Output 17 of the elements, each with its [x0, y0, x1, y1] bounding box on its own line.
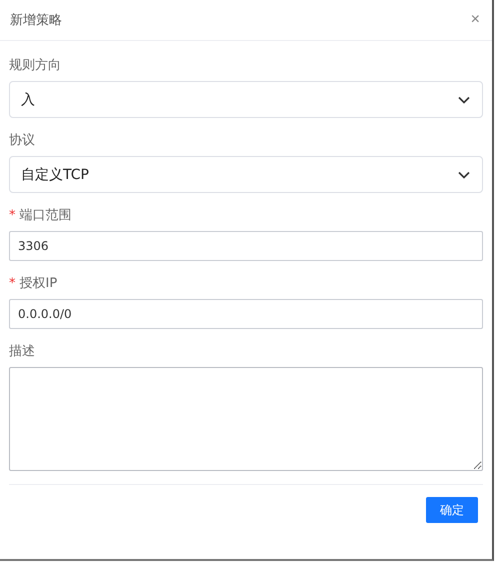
field-label: 描述: [9, 343, 35, 360]
required-asterisk: *: [9, 208, 16, 222]
close-button[interactable]: ×: [468, 12, 482, 28]
confirm-button[interactable]: 确定: [426, 497, 478, 523]
field-label: 协议: [9, 132, 35, 149]
input-field[interactable]: 0.0.0.0/0: [9, 299, 483, 329]
select-field[interactable]: 自定义TCP: [9, 156, 483, 193]
chevron-down-icon: [458, 96, 470, 104]
field-label: 规则方向: [9, 57, 61, 74]
dialog-title: 新增策略: [10, 12, 62, 29]
field-label: 授权IP: [20, 275, 58, 292]
input-field[interactable]: 3306: [9, 231, 483, 261]
chevron-down-icon: [458, 170, 470, 178]
text-area[interactable]: [9, 367, 483, 471]
required-asterisk: *: [9, 276, 16, 290]
select-field[interactable]: 入: [9, 81, 483, 118]
field-label: 端口范围: [20, 207, 72, 224]
